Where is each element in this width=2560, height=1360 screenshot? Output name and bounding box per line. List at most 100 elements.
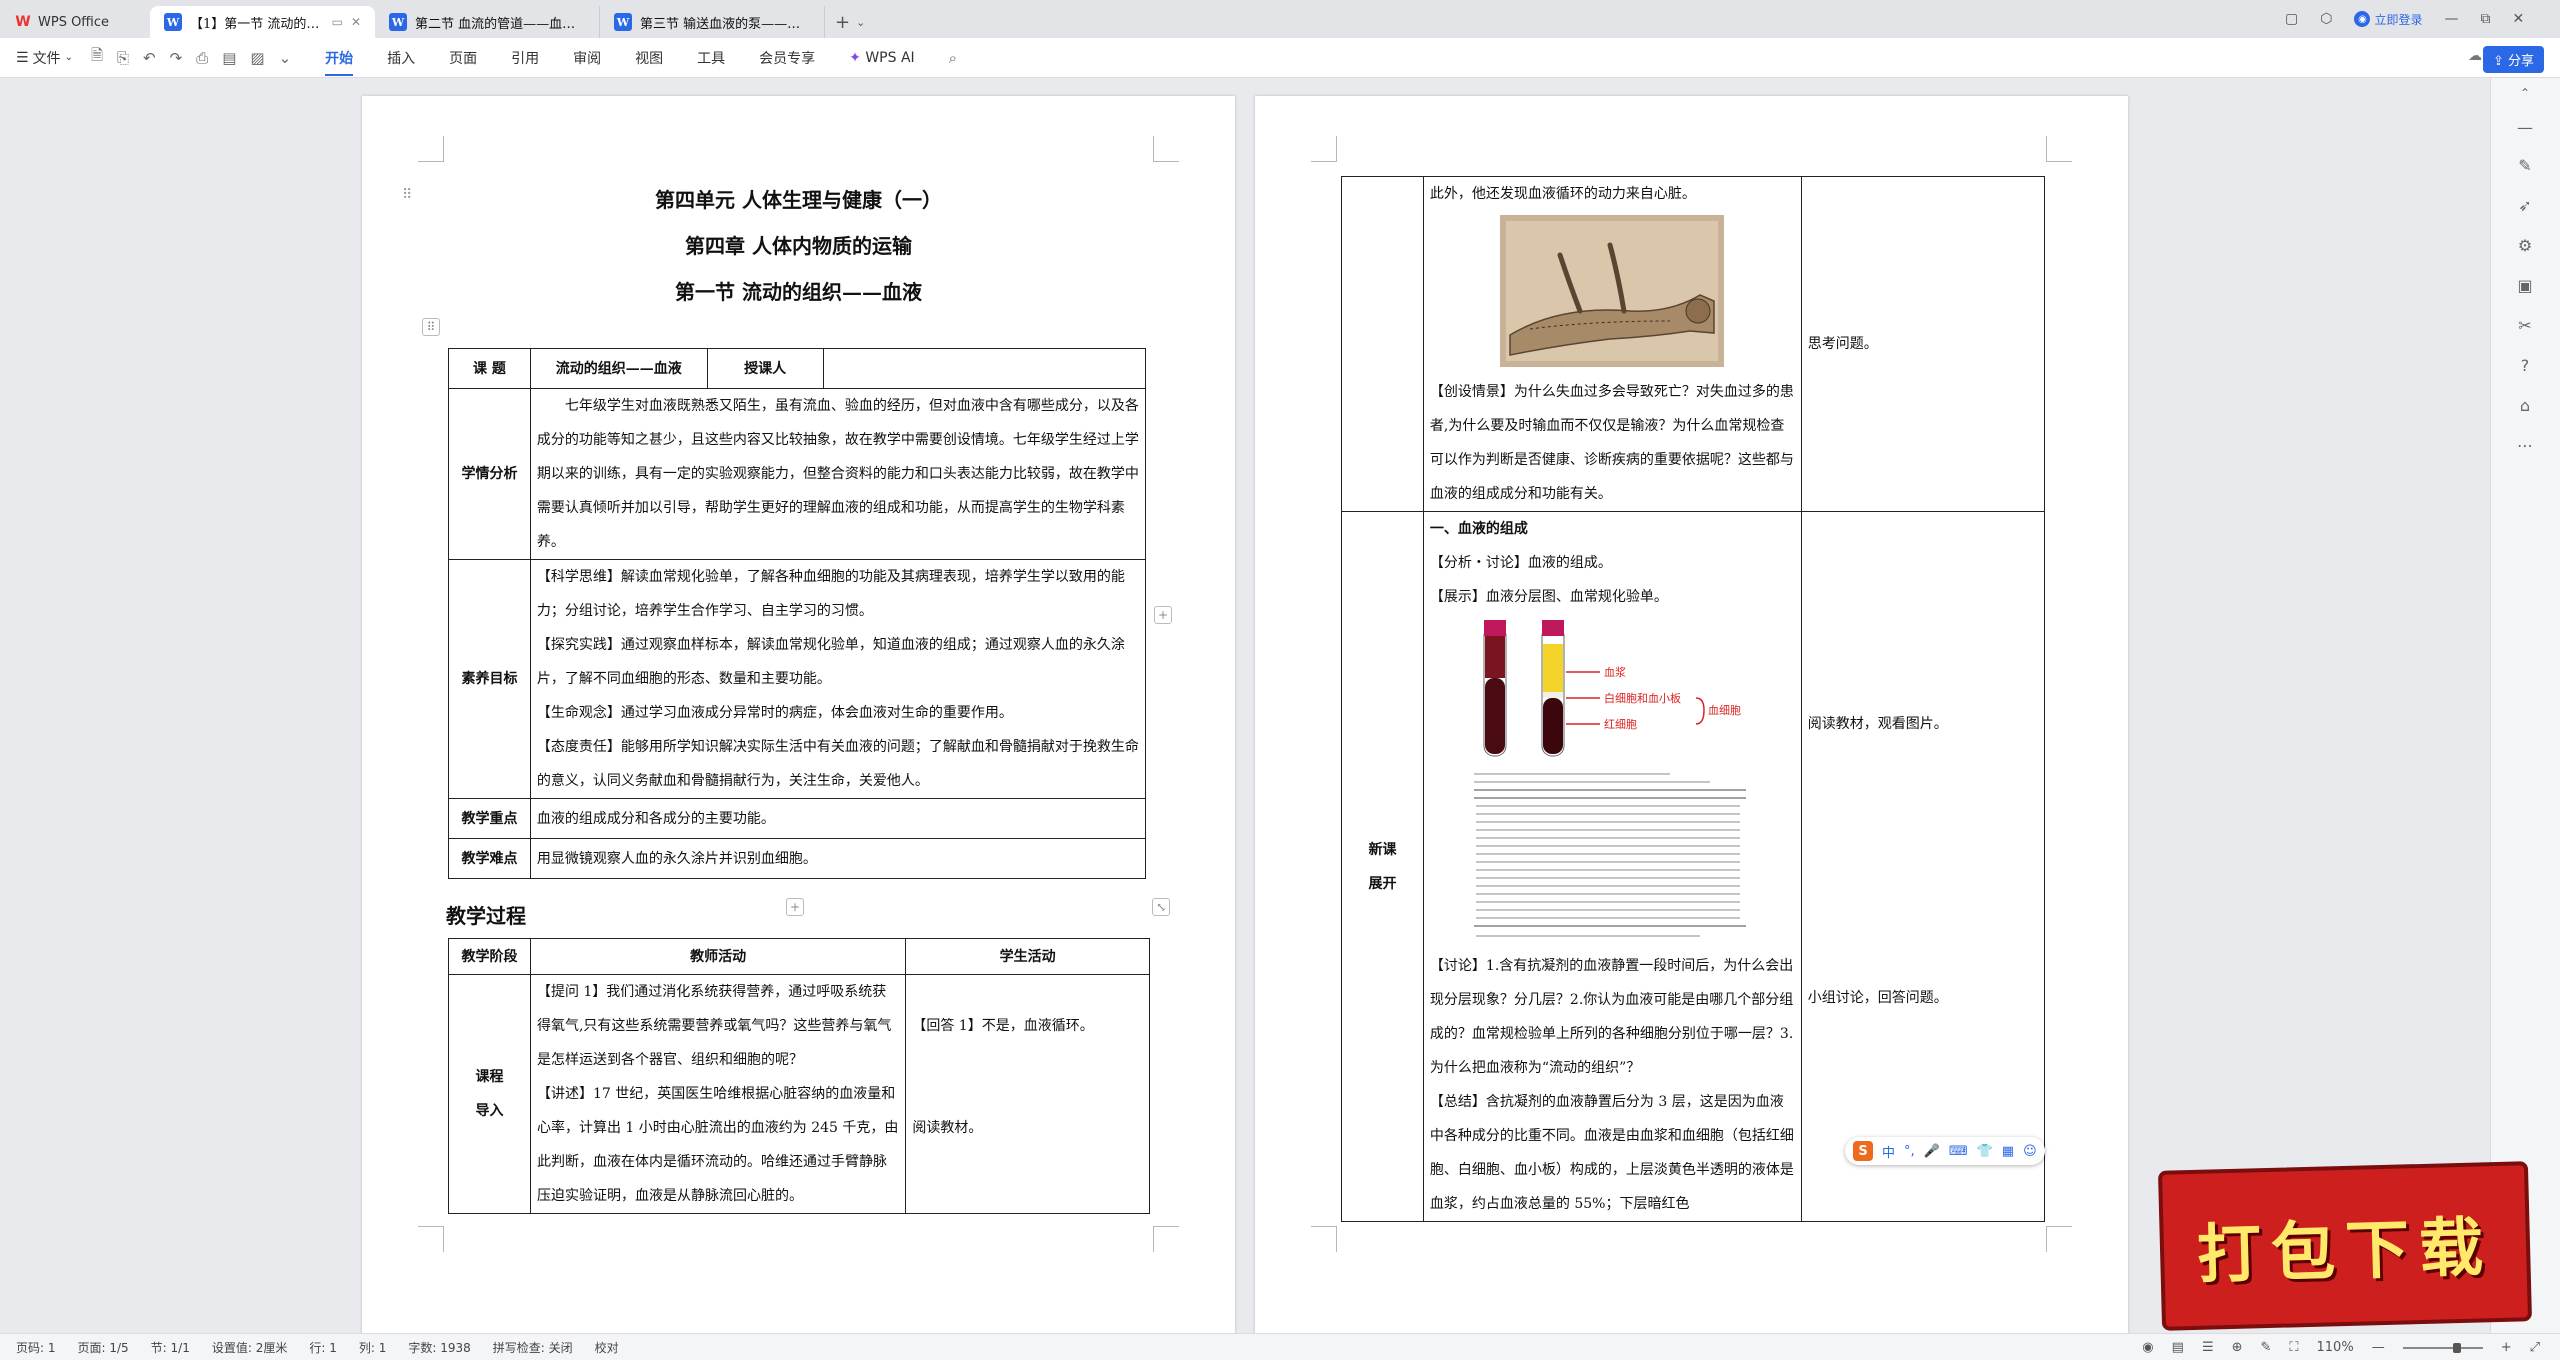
- goal-item: 【科学思维】解读血常规化验单，了解各种血细胞的功能及其病理表现，培养学生学以致用…: [536, 569, 1125, 619]
- select-icon[interactable]: ➶: [2513, 196, 2537, 215]
- add-column-button[interactable]: +: [1154, 606, 1172, 624]
- stage-cell-empty: [1341, 176, 1424, 512]
- minus-icon[interactable]: —: [2513, 118, 2537, 137]
- menu-references[interactable]: 引用: [511, 48, 539, 68]
- chevron-down-icon[interactable]: ⌄: [856, 16, 865, 29]
- status-spell[interactable]: 拼写检查: 关闭: [493, 1339, 573, 1356]
- table-resize-handle[interactable]: ⤡: [1152, 898, 1170, 916]
- chevron-up-icon[interactable]: ⌃: [2513, 86, 2537, 100]
- more-icon[interactable]: ⋯: [2513, 436, 2537, 455]
- edit-icon[interactable]: ✎: [2261, 1340, 2272, 1355]
- fit-icon[interactable]: ⛶: [2289, 1340, 2298, 1355]
- page-view-icon[interactable]: ▤: [2172, 1340, 2184, 1355]
- status-section: 节: 1/1: [150, 1340, 190, 1355]
- keyboard-icon[interactable]: ⌨: [1949, 1144, 1968, 1159]
- tools-icon[interactable]: ✂: [2513, 316, 2537, 335]
- status-right-controls: ◉ ▤ ☰ ⊕ ✎ ⛶ 110% — + ⤢: [2142, 1334, 2540, 1360]
- login-button[interactable]: ◉ 立即登录: [2354, 11, 2422, 28]
- window-controls: ▢ ⬡ ◉ 立即登录 — ⧉ ✕: [2285, 0, 2524, 38]
- analysis-label: 学情分析: [448, 388, 531, 560]
- goals-label: 素养目标: [448, 559, 531, 799]
- teacher-activity-line: 【创设情景】为什么失血过多会导致死亡？对失血过多的患者,为什么要及时输血而不仅仅…: [1429, 384, 1794, 502]
- cloud-sync-icon[interactable]: ☁: [2468, 48, 2482, 64]
- status-page: 页码: 1: [16, 1340, 56, 1355]
- emoji-icon[interactable]: ☺: [2023, 1144, 2037, 1159]
- file-menu[interactable]: ☰ 文件 ⌄: [16, 48, 73, 68]
- document-page-1[interactable]: ⠿ 第四单元 人体生理与健康（一） 第四章 人体内物质的运输 第一节 流动的组织…: [362, 96, 1235, 1333]
- shirt-icon[interactable]: ⌂: [2513, 396, 2537, 415]
- skin-icon[interactable]: 👕: [1977, 1144, 1993, 1159]
- export-pdf-icon[interactable]: ▤: [222, 49, 236, 67]
- teacher-value: [822, 348, 1147, 389]
- cube-icon[interactable]: ⬡: [2320, 11, 2332, 27]
- ime-mode-label[interactable]: 中: [1882, 1142, 1895, 1161]
- restore-view-icon[interactable]: ▢: [2285, 11, 2298, 27]
- pen-icon[interactable]: ✎: [2513, 156, 2537, 175]
- crop-mark: [1311, 1226, 1337, 1252]
- zoom-level[interactable]: 110%: [2317, 1340, 2354, 1355]
- microphone-icon[interactable]: 🎤: [1924, 1144, 1940, 1159]
- teacher-activity-cell: 一、血液的组成 【分析・讨论】血液的组成。 【展示】血液分层图、血常规化验单。: [1422, 511, 1802, 1222]
- zoom-out-icon[interactable]: —: [2372, 1340, 2385, 1355]
- document-canvas[interactable]: ⠿ 第四单元 人体生理与健康（一） 第四章 人体内物质的运输 第一节 流动的组织…: [0, 78, 2490, 1333]
- minimize-icon[interactable]: —: [2444, 11, 2458, 27]
- table-move-handle[interactable]: ⠿: [422, 318, 440, 336]
- hamburger-icon: ☰: [16, 49, 29, 66]
- ribbon-toolbar: ☰ 文件 ⌄ 🗎 ⎘ ↶ ↷ ⎙ ▤ ▨ ⌄ 开始 插入 页面 引用 审阅 视图 工…: [0, 38, 2560, 78]
- help-icon[interactable]: ?: [2513, 356, 2537, 375]
- status-setting: 设置值: 2厘米: [211, 1340, 288, 1355]
- save-icon[interactable]: 🗎: [91, 45, 103, 70]
- tube-label-bloodcells: 血细胞: [1708, 703, 1741, 717]
- zoom-slider[interactable]: [2402, 1342, 2483, 1353]
- new-tab-button[interactable]: + ⌄: [825, 6, 875, 38]
- fullscreen-icon[interactable]: ⤢: [2530, 1340, 2540, 1355]
- add-row-button[interactable]: +: [786, 898, 804, 916]
- ime-toolbar[interactable]: S 中 °, 🎤 ⌨ 👕 ▦ ☺: [1845, 1137, 2045, 1165]
- menu-review[interactable]: 审阅: [573, 48, 601, 68]
- redo-icon[interactable]: ↷: [170, 49, 183, 67]
- chevron-down-icon[interactable]: ⌄: [279, 49, 292, 67]
- share-button[interactable]: ⇪ 分享: [2482, 46, 2544, 73]
- undo-icon[interactable]: ↶: [143, 49, 156, 67]
- punctuation-icon[interactable]: °,: [1904, 1144, 1915, 1159]
- maximize-icon[interactable]: ⧉: [2480, 11, 2490, 27]
- image-icon[interactable]: ▨: [250, 49, 264, 67]
- print-icon[interactable]: ⎙: [196, 49, 208, 67]
- document-tab-1[interactable]: W 【1】第一节 流动的组织—— ▭ ✕: [150, 6, 375, 38]
- home-tab-label: WPS Office: [38, 14, 110, 30]
- zoom-in-icon[interactable]: +: [2501, 1340, 2512, 1355]
- close-window-icon[interactable]: ✕: [2512, 11, 2524, 27]
- web-view-icon[interactable]: ⊕: [2232, 1340, 2243, 1355]
- teacher-label: 授课人: [706, 348, 824, 389]
- share-icon: ⇪: [2492, 54, 2504, 69]
- share-label: 分享: [2507, 54, 2534, 69]
- document-tab-3[interactable]: W 第三节 输送血液的泵——心脏.docx: [600, 6, 825, 38]
- key-point-label: 教学重点: [448, 798, 531, 839]
- menu-page[interactable]: 页面: [449, 48, 477, 68]
- word-doc-icon: W: [614, 13, 632, 31]
- close-icon[interactable]: ✕: [351, 15, 361, 29]
- format-brush-icon[interactable]: ⎘: [117, 49, 129, 67]
- chapter-title: 第四章 人体内物质的运输: [685, 234, 912, 258]
- layout-icon[interactable]: ☰: [2202, 1340, 2214, 1355]
- settings-sliders-icon[interactable]: ⚙: [2513, 236, 2537, 255]
- tab-window-icon[interactable]: ▭: [332, 15, 343, 29]
- menu-view[interactable]: 视图: [635, 48, 663, 68]
- status-words[interactable]: 字数: 1938: [408, 1339, 470, 1356]
- menu-tools[interactable]: 工具: [697, 48, 725, 68]
- eye-icon[interactable]: ◉: [2142, 1340, 2153, 1355]
- menu-wps-ai[interactable]: ✦ WPS AI: [849, 50, 915, 66]
- status-proof[interactable]: 校对: [595, 1339, 619, 1356]
- col-header-student: 学生活动: [905, 938, 1150, 975]
- document-tab-2[interactable]: W 第二节 血流的管道——血管.docx: [375, 6, 600, 38]
- status-col: 列: 1: [358, 1340, 387, 1355]
- menu-member[interactable]: 会员专享: [759, 48, 815, 68]
- grid-icon[interactable]: ▦: [2002, 1144, 2014, 1159]
- search-icon[interactable]: ⌕: [949, 49, 957, 67]
- topic-value: 流动的组织——血液: [529, 348, 708, 389]
- wps-home-tab[interactable]: W WPS Office: [0, 6, 150, 38]
- menu-insert[interactable]: 插入: [387, 48, 415, 68]
- menu-home[interactable]: 开始: [325, 48, 354, 76]
- format-icon[interactable]: ▣: [2513, 276, 2537, 295]
- download-banner[interactable]: 打包下载: [2157, 1161, 2533, 1331]
